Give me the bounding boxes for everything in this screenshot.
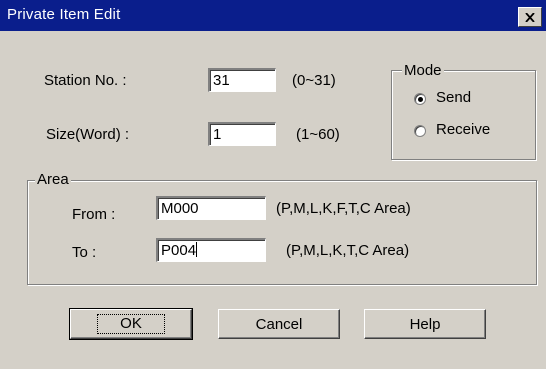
mode-receive-label[interactable]: Receive xyxy=(436,121,490,138)
to-hint: (P,M,L,K,T,C Area) xyxy=(286,242,410,259)
mode-title: Mode xyxy=(402,62,444,79)
window-title: Private Item Edit xyxy=(7,6,121,23)
ok-button[interactable]: OK xyxy=(69,308,193,340)
cancel-button[interactable]: Cancel xyxy=(218,309,340,339)
help-button-label: Help xyxy=(409,315,441,333)
to-label: To : xyxy=(72,244,97,261)
close-icon xyxy=(525,12,535,22)
cancel-button-label: Cancel xyxy=(255,315,303,333)
from-hint: (P,M,L,K,F,T,C Area) xyxy=(276,200,411,217)
text-caret xyxy=(196,242,198,257)
mode-group xyxy=(391,70,536,160)
from-label: From : xyxy=(72,206,116,223)
size-input[interactable]: 1 xyxy=(208,122,276,146)
to-input[interactable]: P004 xyxy=(156,238,266,262)
area-group xyxy=(27,180,537,285)
mode-send-radio[interactable] xyxy=(414,93,426,105)
mode-receive-radio[interactable] xyxy=(414,125,426,137)
size-label: Size(Word) : xyxy=(46,126,130,143)
mode-send-label[interactable]: Send xyxy=(436,89,471,106)
to-input-text: P004 xyxy=(161,242,197,259)
from-input[interactable]: M000 xyxy=(156,196,266,220)
close-button[interactable] xyxy=(518,7,542,27)
station-input[interactable]: 31 xyxy=(208,68,276,92)
station-label: Station No. : xyxy=(44,72,127,89)
size-range: (1~60) xyxy=(296,126,340,143)
radio-selected-dot xyxy=(418,97,423,102)
station-range: (0~31) xyxy=(292,72,336,89)
ok-button-label: OK xyxy=(97,314,165,334)
area-title: Area xyxy=(35,171,71,188)
help-button[interactable]: Help xyxy=(364,309,486,339)
